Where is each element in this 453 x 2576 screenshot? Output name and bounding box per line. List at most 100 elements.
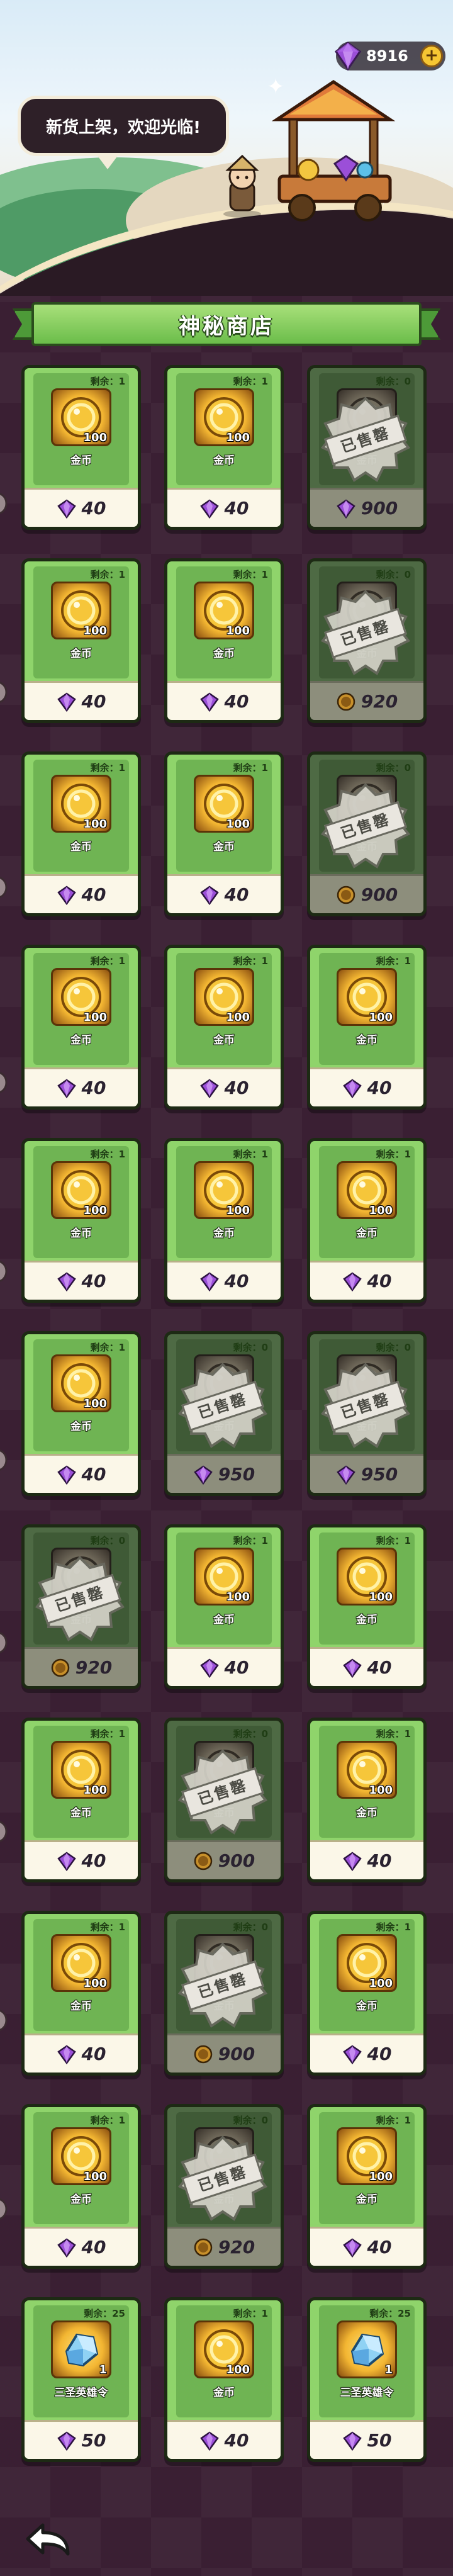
shop-item-card[interactable]: 剩余：1100金币已售罄40 <box>307 945 427 1110</box>
remaining-count: 剩余：1 <box>233 2308 268 2319</box>
shop-item-card[interactable]: 剩余：1100金币已售罄40 <box>307 1524 427 1689</box>
remaining-count: 剩余：0 <box>233 1342 268 1353</box>
item-quantity: 100 <box>226 431 250 444</box>
sold-out-stamp: 已售罄 <box>315 780 416 874</box>
item-price: 40 <box>224 498 249 519</box>
gem-icon <box>57 2237 76 2258</box>
shop-item-card[interactable]: 剩余：0100金币已售罄950 <box>307 1331 427 1496</box>
remaining-count: 剩余：0 <box>233 1921 268 1933</box>
item-icon-frame: 100 <box>337 2127 397 2185</box>
shop-item-card[interactable]: 剩余：1100金币已售罄40 <box>307 2104 427 2269</box>
shop-item-card[interactable]: 剩余：1100金币已售罄40 <box>21 558 141 723</box>
item-panel: 剩余：1 100 金币 <box>319 953 415 1065</box>
shop-item-card[interactable]: 剩余：0100金币已售罄900 <box>164 1911 284 2076</box>
coin-icon <box>194 1852 213 1870</box>
item-price: 40 <box>367 1077 392 1098</box>
shop-item-grid: 剩余：1100金币已售罄40剩余：1100金币已售罄40剩余：0100金币已售罄… <box>21 365 432 2462</box>
item-price: 40 <box>367 1657 392 1678</box>
shop-item-card[interactable]: 剩余：1100金币已售罄40 <box>164 1524 284 1689</box>
item-name: 金币 <box>213 841 235 853</box>
shop-item-card[interactable]: 剩余：1100金币已售罄40 <box>307 1911 427 2076</box>
item-name: 金币 <box>213 1614 235 1626</box>
gem-icon <box>57 498 76 519</box>
price-bar: 40 <box>167 1261 281 1300</box>
shop-item-card[interactable]: 剩余：0100金币已售罄920 <box>307 558 427 723</box>
price-bar: 40 <box>167 488 281 527</box>
gem-icon <box>57 1851 76 1871</box>
item-icon-frame: 100 <box>194 775 254 833</box>
shop-item-card[interactable]: 剩余：1100金币已售罄40 <box>164 365 284 530</box>
shop-item-card[interactable]: 剩余：1100金币已售罄40 <box>21 1718 141 1882</box>
shop-item-card[interactable]: 剩余：1100金币已售罄40 <box>164 2297 284 2462</box>
shop-item-card[interactable]: 剩余：1100金币已售罄40 <box>21 1138 141 1303</box>
add-gems-button[interactable]: + <box>420 45 443 67</box>
shop-item-card[interactable]: 剩余：1100金币已售罄40 <box>21 751 141 916</box>
gem-icon <box>57 1078 76 1098</box>
item-quantity: 100 <box>83 1204 107 1217</box>
shop-item-card[interactable]: 剩余：1100金币已售罄40 <box>21 1911 141 2076</box>
price-bar: 40 <box>25 874 138 913</box>
shop-item-card[interactable]: 剩余：1100金币已售罄40 <box>21 945 141 1110</box>
gem-icon <box>342 1658 362 1678</box>
shop-item-card[interactable]: 剩余：0100金币已售罄900 <box>164 1718 284 1882</box>
shop-item-card[interactable]: 剩余：251三圣英雄令已售罄50 <box>307 2297 427 2462</box>
item-quantity: 100 <box>83 1784 107 1797</box>
shop-item-card[interactable]: 剩余：0100金币已售罄920 <box>21 1524 141 1689</box>
item-quantity: 100 <box>226 818 250 831</box>
price-bar: 50 <box>310 2420 423 2459</box>
shop-item-card[interactable]: 剩余：1100金币已售罄40 <box>164 558 284 723</box>
item-quantity: 100 <box>83 1397 107 1410</box>
item-quantity: 100 <box>226 1590 250 1604</box>
shop-item-card[interactable]: 剩余：1100金币已售罄40 <box>21 2104 141 2269</box>
remaining-count: 剩余：1 <box>233 955 268 967</box>
item-icon-frame: 100 <box>337 1741 397 1799</box>
shop-item-card[interactable]: 剩余：1100金币已售罄40 <box>164 945 284 1110</box>
price-bar: 40 <box>310 1067 423 1106</box>
remaining-count: 剩余：1 <box>376 2115 411 2126</box>
shop-item-card[interactable]: 剩余：0100金币已售罄950 <box>164 1331 284 1496</box>
item-icon-frame: 100 <box>51 388 111 446</box>
shop-item-card[interactable]: 剩余：1100金币已售罄40 <box>164 751 284 916</box>
item-name: 金币 <box>213 1227 235 1240</box>
shop-item-card[interactable]: 剩余：0100金币已售罄900 <box>307 365 427 530</box>
gem-icon <box>199 2431 219 2451</box>
back-button[interactable] <box>23 2520 73 2560</box>
item-panel: 剩余：1 100 金币 <box>176 2305 272 2417</box>
shop-item-card[interactable]: 剩余：1100金币已售罄40 <box>21 1331 141 1496</box>
shop-item-card[interactable]: 剩余：0100金币已售罄920 <box>164 2104 284 2269</box>
item-price: 40 <box>81 1850 106 1871</box>
shop-item-card[interactable]: 剩余：1100金币已售罄40 <box>164 1138 284 1303</box>
item-price: 40 <box>81 1077 106 1098</box>
item-price: 40 <box>224 1271 249 1291</box>
item-quantity: 100 <box>83 1011 107 1024</box>
remaining-count: 剩余：1 <box>233 1535 268 1546</box>
item-panel: 剩余：1 100 金币 <box>319 1146 415 1258</box>
item-price: 50 <box>367 2430 392 2451</box>
price-bar: 40 <box>167 1067 281 1106</box>
item-name: 三圣英雄令 <box>340 2387 394 2399</box>
item-panel: 剩余：1 100 金币 <box>33 953 129 1065</box>
item-quantity: 100 <box>226 1011 250 1024</box>
item-panel: 剩余：1 100 金币 <box>176 1533 272 1645</box>
item-panel: 剩余：1 100 金币 <box>176 953 272 1065</box>
item-price: 40 <box>367 1271 392 1291</box>
price-bar: 40 <box>25 1261 138 1300</box>
item-price: 40 <box>367 2237 392 2258</box>
shop-header-scene: 8916 + 新货上架，欢迎光临! ✦ ✦ <box>0 0 453 296</box>
item-price: 40 <box>224 1077 249 1098</box>
shop-item-card[interactable]: 剩余：1100金币已售罄40 <box>307 1138 427 1303</box>
shop-item-card[interactable]: 剩余：251三圣英雄令已售罄50 <box>21 2297 141 2462</box>
page-title: 神秘商店 <box>179 313 274 339</box>
gem-icon <box>337 1465 355 1485</box>
shop-item-card[interactable]: 剩余：0100金币已售罄900 <box>307 751 427 916</box>
gem-icon <box>199 1271 219 1291</box>
item-price: 950 <box>218 1464 255 1485</box>
shop-item-card[interactable]: 剩余：1100金币已售罄40 <box>21 365 141 530</box>
item-price: 40 <box>224 884 249 905</box>
shop-item-card[interactable]: 剩余：1100金币已售罄40 <box>307 1718 427 1882</box>
item-name: 金币 <box>70 2000 92 2013</box>
price-bar: 900 <box>310 488 423 527</box>
item-price: 40 <box>81 2237 106 2258</box>
item-quantity: 100 <box>226 1204 250 1217</box>
remaining-count: 剩余：1 <box>233 762 268 773</box>
